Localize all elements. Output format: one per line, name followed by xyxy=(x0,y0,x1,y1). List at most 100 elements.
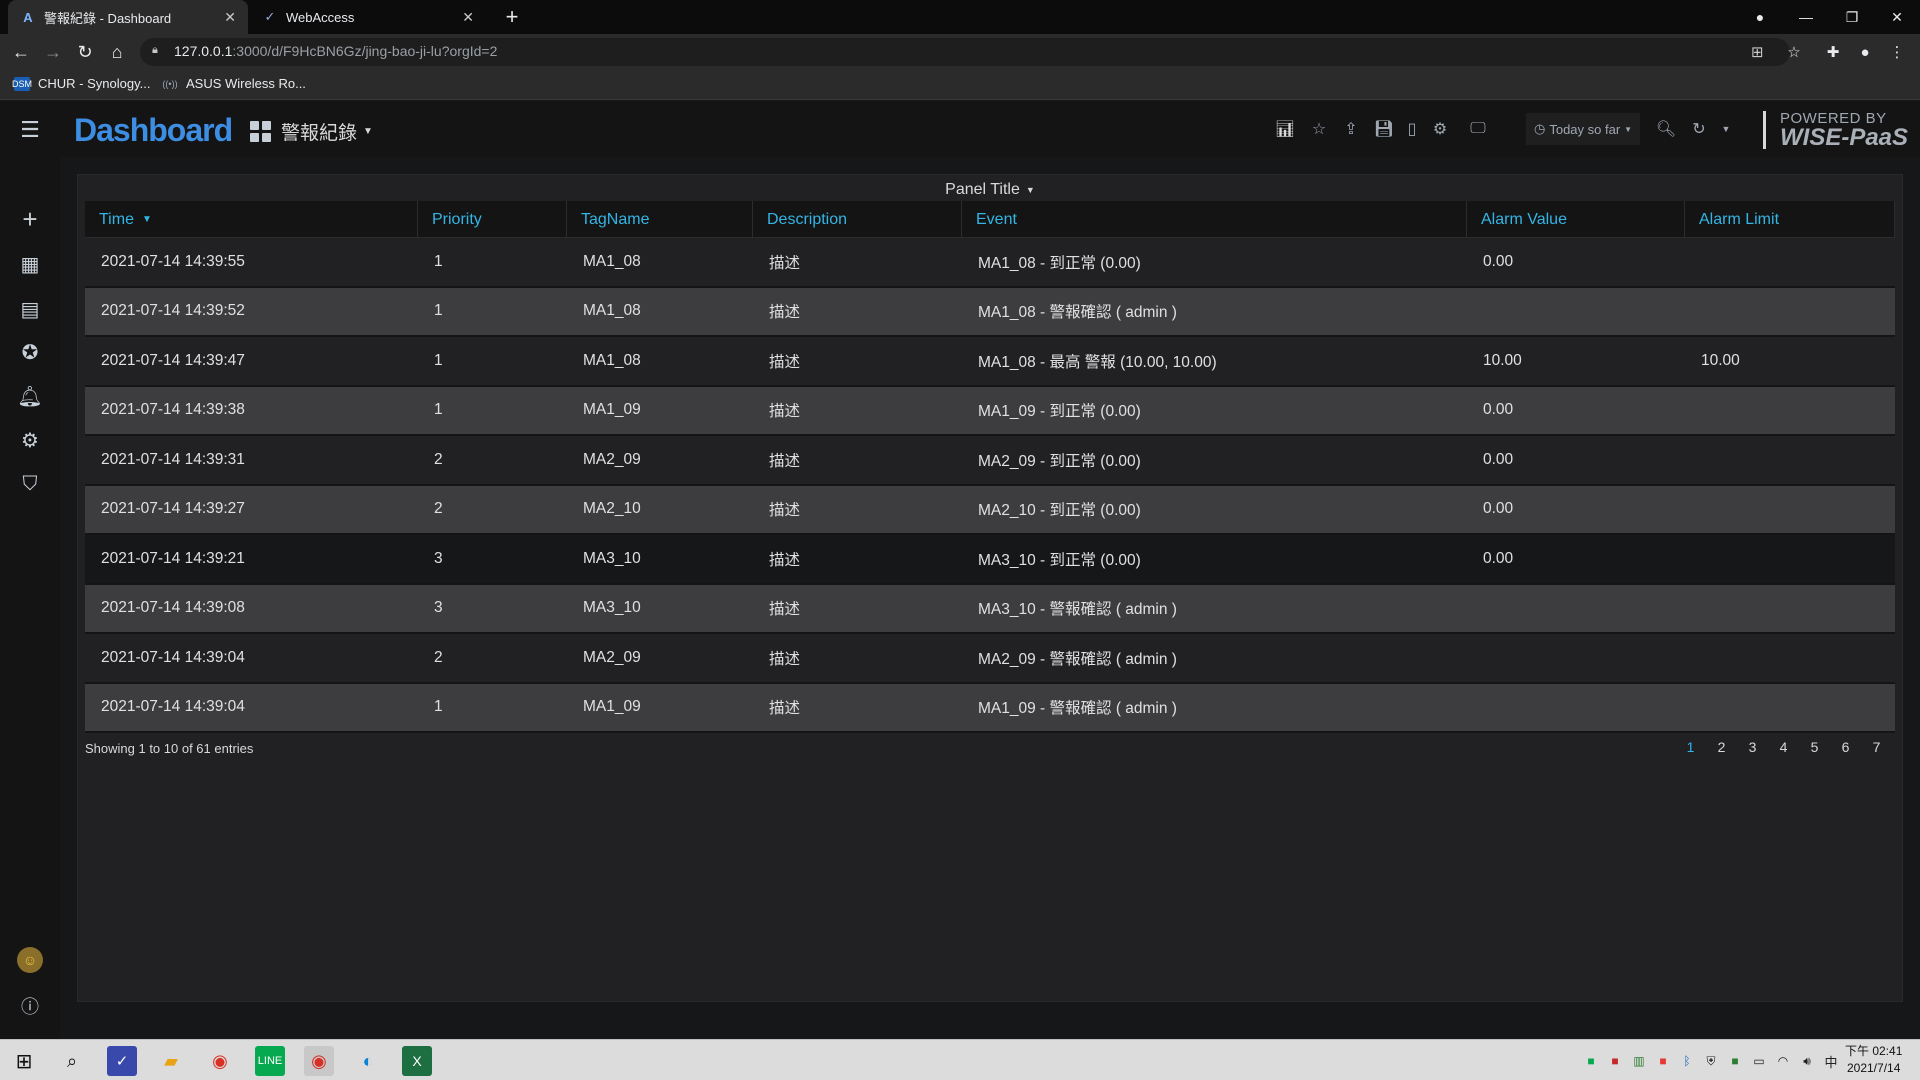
new-tab-button[interactable]: + xyxy=(499,4,525,30)
column-header-tagname[interactable]: TagName xyxy=(567,201,753,238)
bluetooth-icon[interactable]: ᛒ xyxy=(1678,1052,1696,1070)
search-icon[interactable]: ⌕ xyxy=(57,1046,87,1076)
table-body: 2021-07-14 14:39:55 1 MA1_08 描述 MA1_08 - 到正常… xyxy=(85,238,1895,733)
tray-app-icon[interactable]: ▥ xyxy=(1630,1052,1648,1070)
battery-icon[interactable]: ▭ xyxy=(1750,1052,1768,1070)
wifi-icon[interactable]: ◠ xyxy=(1774,1052,1792,1070)
bookmark-star-icon[interactable]: ☆ xyxy=(1782,40,1806,64)
home-icon[interactable]: ⌂ xyxy=(105,40,129,64)
brand-logo[interactable]: Dashboard xyxy=(74,112,233,149)
page-link[interactable]: 4 xyxy=(1768,739,1799,755)
tray-app-icon[interactable]: ■ xyxy=(1606,1052,1624,1070)
column-header-event[interactable]: Event xyxy=(962,201,1467,238)
restore-icon[interactable]: ❐ xyxy=(1829,0,1875,34)
tv-mode-icon[interactable]: 🖵︎ xyxy=(1464,113,1492,145)
table-panel: Panel Title ▼ Time ▼ Priority TagName Desc… xyxy=(77,174,1903,1002)
tab-dashboard[interactable]: A 警報紀錄 - Dashboard ✕ xyxy=(8,0,248,34)
dashboard-picker[interactable]: 警報紀錄 ▼ xyxy=(250,118,373,145)
share-icon[interactable]: ⇪ xyxy=(1337,113,1365,145)
server-admin-shield-icon[interactable]: ⛉ xyxy=(15,469,45,499)
cell-alarm-value xyxy=(1467,288,1685,336)
star-dashboard-icon[interactable]: ☆ xyxy=(1305,113,1333,145)
browser-menu-icon[interactable]: ⋮ xyxy=(1885,40,1909,64)
chrome-active-icon[interactable]: ◉ xyxy=(304,1046,334,1076)
dashboards-icon[interactable]: ▦ xyxy=(15,249,45,279)
cell-event: MA3_10 - 警報確認 ( admin ) xyxy=(978,601,1177,619)
time-range-picker[interactable]: ◷ Today so far ▼ xyxy=(1526,113,1641,145)
bookmark-asus[interactable]: ((•)) ASUS Wireless Ro... xyxy=(162,76,306,91)
reload-icon[interactable]: ↻ xyxy=(73,40,97,64)
cell-alarm-value: 10.00 xyxy=(1483,351,1522,369)
user-avatar-icon[interactable]: ☺ xyxy=(17,947,43,973)
column-header-time[interactable]: Time ▼ xyxy=(85,201,418,238)
page-link[interactable]: 5 xyxy=(1799,739,1830,755)
profile-menu-icon[interactable]: ● xyxy=(1737,0,1783,34)
address-bar[interactable]: 🔒︎ 127.0.0.1:3000/d/F9HcBN6Gz/jing-bao-j… xyxy=(140,38,1790,66)
app-icon[interactable]: ✓ xyxy=(107,1046,137,1076)
tray-security-icon[interactable]: ⛨ xyxy=(1702,1052,1720,1070)
hamburger-menu-icon[interactable]: ☰ xyxy=(15,115,45,145)
table-row[interactable]: 2021-07-14 14:39:47 1 MA1_08 描述 MA1_08 - 最高 … xyxy=(85,337,1895,387)
cell-tagname: MA1_08 xyxy=(583,252,641,270)
tray-line-icon[interactable]: ■ xyxy=(1582,1052,1600,1070)
table-row[interactable]: 2021-07-14 14:39:08 3 MA3_10 描述 MA3_10 - 警報確… xyxy=(85,584,1895,634)
table-row[interactable]: 2021-07-14 14:39:38 1 MA1_09 描述 MA1_09 - 到正常… xyxy=(85,386,1895,436)
add-panel-icon[interactable]: 📊︎ xyxy=(1271,113,1299,145)
table-row[interactable]: 2021-07-14 14:39:21 3 MA3_10 描述 MA3_10 - 到正常… xyxy=(85,535,1895,585)
alerting-bell-icon[interactable]: 🔔︎ xyxy=(15,381,45,411)
column-header-alarm-value[interactable]: Alarm Value xyxy=(1467,201,1685,238)
configuration-gear-icon[interactable]: ⚙ xyxy=(15,425,45,455)
refresh-icon[interactable]: ↻ xyxy=(1685,113,1713,145)
table-row[interactable]: 2021-07-14 14:39:31 2 MA2_09 描述 MA2_09 - 到正常… xyxy=(85,436,1895,486)
page-link[interactable]: 2 xyxy=(1706,739,1737,755)
account-icon[interactable]: ● xyxy=(1853,40,1877,64)
chrome-icon[interactable]: ◉ xyxy=(205,1046,235,1076)
table-row[interactable]: 2021-07-14 14:39:55 1 MA1_08 描述 MA1_08 - 到正常… xyxy=(85,238,1895,288)
volume-icon[interactable]: 🔊︎ xyxy=(1798,1052,1816,1070)
column-header-alarm-limit[interactable]: Alarm Limit xyxy=(1685,201,1895,238)
save-icon[interactable]: 💾︎ xyxy=(1370,113,1398,145)
entries-info: Showing 1 to 10 of 61 entries xyxy=(85,741,254,756)
extensions-icon[interactable]: ✚ xyxy=(1821,40,1845,64)
column-header-description[interactable]: Description xyxy=(753,201,962,238)
cell-event: MA2_09 - 警報確認 ( admin ) xyxy=(978,650,1177,668)
tab-webaccess[interactable]: ✓ WebAccess ✕ xyxy=(250,0,486,34)
cell-alarm-value: 0.00 xyxy=(1483,252,1514,270)
table-row[interactable]: 2021-07-14 14:39:04 2 MA2_09 描述 MA2_09 - 警報確… xyxy=(85,634,1895,684)
table-row[interactable]: 2021-07-14 14:39:52 1 MA1_08 描述 MA1_08 - 警報確… xyxy=(85,287,1895,337)
table-row[interactable]: 2021-07-14 14:39:27 2 MA2_10 描述 MA2_10 - 到正常… xyxy=(85,485,1895,535)
page-link[interactable]: 3 xyxy=(1737,739,1768,755)
panel-title[interactable]: Panel Title ▼ xyxy=(78,181,1902,199)
create-plus-icon[interactable]: + xyxy=(15,204,45,234)
file-explorer-icon[interactable]: ▰ xyxy=(156,1046,186,1076)
close-tab-icon[interactable]: ✕ xyxy=(224,9,236,26)
windows-start-icon[interactable]: ⊞ xyxy=(9,1046,39,1076)
settings-gear-icon[interactable]: ⚙ xyxy=(1426,113,1454,145)
refresh-interval-caret-icon[interactable]: ▼ xyxy=(1712,113,1740,145)
bookmark-synology[interactable]: DSM CHUR - Synology... xyxy=(12,76,150,91)
nvidia-icon[interactable]: ■ xyxy=(1726,1052,1744,1070)
excel-icon[interactable]: X xyxy=(402,1046,432,1076)
close-tab-icon[interactable]: ✕ xyxy=(462,9,474,26)
back-arrow-icon[interactable]: ← xyxy=(9,40,33,64)
table-row[interactable]: 2021-07-14 14:39:04 1 MA1_09 描述 MA1_09 - 警報確… xyxy=(85,683,1895,733)
edge-icon[interactable]: ◐ xyxy=(353,1046,383,1076)
ime-indicator[interactable]: 中 xyxy=(1822,1052,1840,1070)
page-link[interactable]: 7 xyxy=(1861,739,1892,755)
page-link[interactable]: 1 xyxy=(1675,739,1706,755)
explore-icon[interactable]: ✪ xyxy=(15,337,45,367)
reports-icon[interactable]: ▤ xyxy=(15,294,45,324)
system-clock[interactable]: 下午 02:41 2021/7/14 xyxy=(1845,1043,1902,1077)
minimize-icon[interactable]: — xyxy=(1783,0,1829,34)
help-icon[interactable]: ⓘ xyxy=(15,991,45,1021)
column-header-priority[interactable]: Priority xyxy=(418,201,567,238)
page-link[interactable]: 6 xyxy=(1830,739,1861,755)
zoom-out-icon[interactable]: 🔍︎ xyxy=(1652,113,1680,145)
snapshot-icon[interactable]: ▯ xyxy=(1398,113,1426,145)
line-app-icon[interactable]: LINE xyxy=(255,1046,285,1076)
translate-icon[interactable]: ⊞ xyxy=(1751,43,1764,61)
forward-arrow-icon[interactable]: → xyxy=(41,40,65,64)
close-window-icon[interactable]: ✕ xyxy=(1874,0,1920,34)
tray-app-icon[interactable]: ■ xyxy=(1654,1052,1672,1070)
cell-tagname: MA1_09 xyxy=(583,698,641,716)
